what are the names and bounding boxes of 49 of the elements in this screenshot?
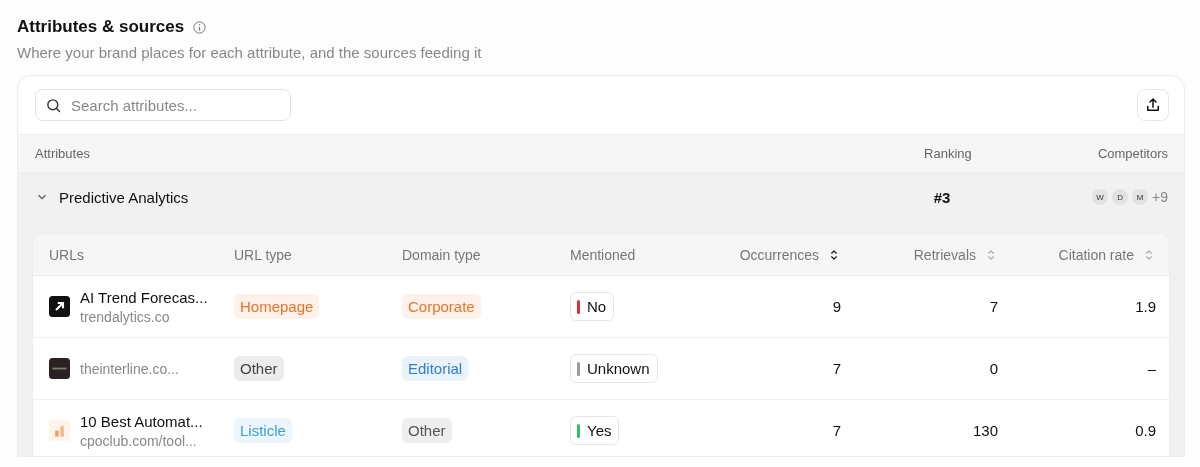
column-header: Mentioned [570, 246, 636, 263]
export-button[interactable] [1137, 89, 1169, 121]
retrievals-value: 0 [989, 360, 998, 377]
attribute-name: Predictive Analytics [59, 188, 189, 206]
column-header: Citation rate [1058, 246, 1134, 263]
page-title: 10 Best Automat... [80, 412, 203, 430]
column-header: Retrievals [913, 246, 976, 263]
upload-icon [1144, 96, 1162, 114]
status-label: Unknown [587, 360, 650, 377]
domain-type-tag: Other [402, 418, 452, 443]
retrievals-value: 7 [989, 298, 998, 315]
competitor-avatar: W [1092, 189, 1109, 205]
competitor-avatar: M [1132, 189, 1149, 205]
occurrences-value: 7 [832, 360, 841, 377]
citation-rate-value: 0.9 [1135, 422, 1156, 439]
column-header: Ranking [923, 146, 973, 161]
url-link[interactable]: trendalytics.co [80, 308, 208, 325]
citation-rate-value: 1.9 [1135, 298, 1156, 315]
competitor-avatar: D [1112, 189, 1129, 205]
info-icon [192, 19, 208, 35]
ranking-value: #3 [932, 188, 952, 206]
column-header: Competitors [1097, 146, 1168, 161]
url-type-tag: Homepage [234, 294, 320, 319]
url-type-tag: Listicle [234, 418, 292, 443]
section-subtitle: Where your brand places for each attribute, and the sources feeding it [17, 44, 483, 61]
page-title: AI Trend Forecas... [80, 288, 208, 306]
domain-type-tag: Corporate [402, 294, 481, 319]
column-header: Domain type [402, 246, 481, 263]
occurrences-value: 9 [832, 298, 841, 315]
site-logo-icon [49, 358, 70, 379]
site-logo-icon [49, 420, 70, 441]
retrievals-value: 130 [972, 422, 998, 439]
url-link[interactable]: cpoclub.com/tool... [80, 432, 203, 449]
column-header: URL type [234, 246, 292, 263]
column-header: Attributes [35, 146, 90, 161]
site-logo-icon [49, 296, 70, 317]
url-link[interactable]: theinterline.co... [80, 360, 179, 377]
domain-type-tag: Editorial [402, 356, 469, 381]
status-label: No [587, 298, 607, 315]
occurrences-value: 7 [832, 422, 841, 439]
status-label: Yes [587, 422, 612, 439]
column-header: URLs [49, 246, 84, 263]
url-type-tag: Other [234, 356, 284, 381]
column-header: Occurrences [739, 246, 819, 263]
search-field[interactable]: Search attributes... [35, 89, 291, 121]
citation-rate-value: – [1147, 360, 1156, 377]
section-title: Attributes & sources [17, 17, 185, 37]
search-icon [45, 97, 62, 114]
more-count: +9 [1152, 189, 1168, 205]
